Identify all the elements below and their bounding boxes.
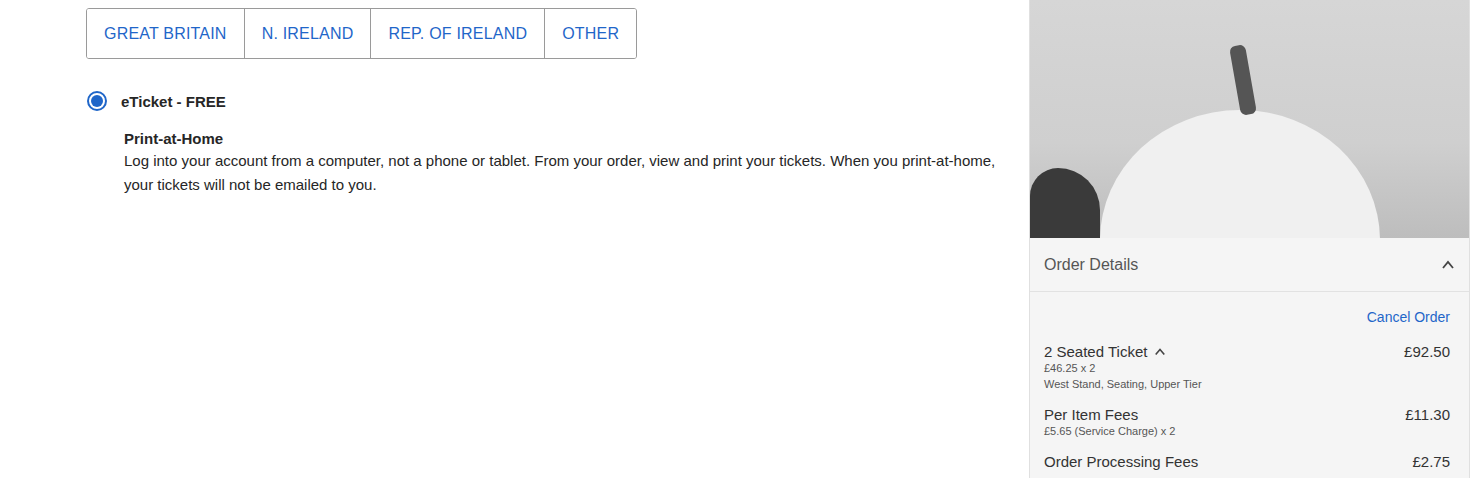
option-body: Print-at-Home Log into your account from …: [86, 130, 1029, 197]
item-price: £92.50: [1404, 343, 1450, 360]
order-item: Order Processing Fees £2.75: [1044, 453, 1450, 470]
item-name: Order Processing Fees: [1044, 453, 1198, 470]
order-item: Per Item Fees £11.30£5.65 (Service Charge…: [1044, 406, 1450, 439]
item-detail: £46.25 x 2: [1044, 360, 1450, 376]
item-label[interactable]: 2 Seated Ticket: [1044, 343, 1147, 360]
chevron-up-icon[interactable]: [1441, 258, 1455, 272]
order-details-title[interactable]: Order Details: [1044, 256, 1138, 274]
option-label[interactable]: eTicket - FREE: [121, 93, 226, 110]
order-item-row: Per Item Fees £11.30: [1044, 406, 1450, 423]
item-label: Order Processing Fees: [1044, 453, 1198, 470]
region-tab[interactable]: OTHER: [545, 9, 636, 58]
order-details-header[interactable]: Order Details: [1030, 238, 1469, 292]
region-tabs: GREAT BRITAINN. IRELANDREP. OF IRELANDOT…: [86, 8, 637, 59]
order-item: 2 Seated Ticket £92.50£46.25 x 2West Stan…: [1044, 343, 1450, 392]
radio-button[interactable]: [87, 91, 107, 111]
item-detail: £5.65 (Service Charge) x 2: [1044, 423, 1450, 439]
delivery-option: eTicket - FREE Print-at-Home Log into your…: [86, 91, 1029, 197]
option-title: Print-at-Home: [124, 130, 1029, 147]
region-tab[interactable]: N. IRELAND: [245, 9, 372, 58]
delivery-section: GREAT BRITAINN. IRELANDREP. OF IRELANDOT…: [0, 0, 1029, 478]
order-item-row: 2 Seated Ticket £92.50: [1044, 343, 1450, 360]
item-detail: West Stand, Seating, Upper Tier: [1044, 376, 1450, 392]
region-tab[interactable]: GREAT BRITAIN: [87, 9, 245, 58]
order-panel: Order Details Cancel Order 2 Seated Ticke…: [1029, 0, 1470, 478]
option-row[interactable]: eTicket - FREE: [86, 91, 1029, 111]
item-label: Per Item Fees: [1044, 406, 1138, 423]
item-name[interactable]: 2 Seated Ticket: [1044, 343, 1166, 360]
item-name: Per Item Fees: [1044, 406, 1138, 423]
region-tab[interactable]: REP. OF IRELAND: [371, 9, 545, 58]
item-price: £11.30: [1405, 406, 1450, 423]
radio-dot: [91, 95, 103, 107]
option-description: Log into your account from a computer, n…: [124, 149, 1004, 197]
chevron-icon[interactable]: [1154, 346, 1166, 358]
cancel-order-link[interactable]: Cancel Order: [1044, 309, 1450, 325]
order-item-row: Order Processing Fees £2.75: [1044, 453, 1450, 470]
event-photo: [1030, 0, 1469, 238]
item-price: £2.75: [1412, 453, 1450, 470]
